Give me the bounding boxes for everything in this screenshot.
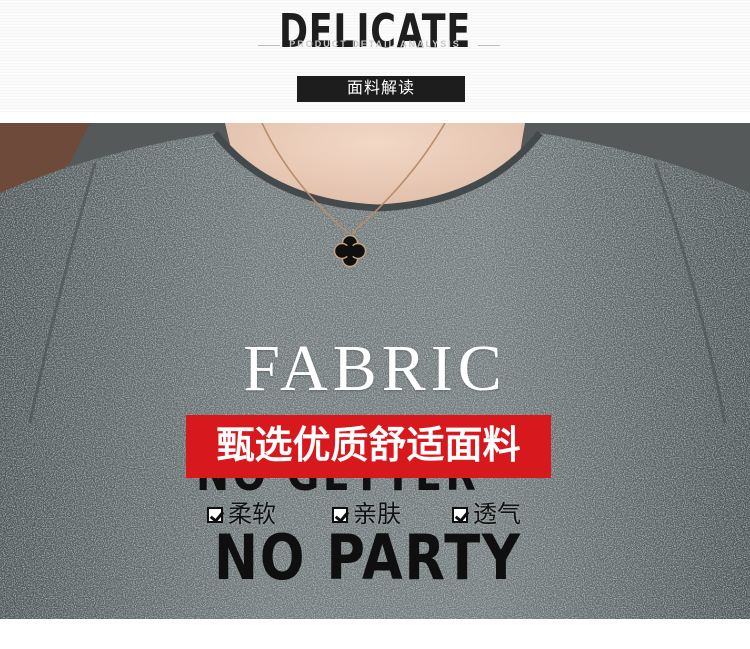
shirt-print-main: NO PARTY: [214, 521, 522, 594]
header-subtitle: PRODUCT DETAIL ANALYSIS: [289, 39, 461, 49]
product-photo: FABRIC NO GETTER NO PARTY 甄选优质舒适面料 柔软 亲肤…: [0, 123, 750, 619]
checkbox-icon: [452, 507, 468, 523]
feature-item-skin-friendly: 亲肤: [332, 499, 401, 531]
promo-banner: 甄选优质舒适面料: [186, 415, 551, 478]
section-header: DELICATE PRODUCT DETAIL ANALYSIS 面料解读: [0, 0, 750, 112]
feature-label: 透气: [473, 501, 521, 528]
feature-item-breathable: 透气: [452, 499, 521, 531]
feature-label: 柔软: [228, 501, 276, 528]
bottom-spacer: [0, 619, 750, 649]
feature-list: 柔软 亲肤 透气: [0, 499, 750, 531]
checkbox-icon: [207, 507, 223, 523]
feature-label: 亲肤: [353, 501, 401, 528]
header-tag: 面料解读: [297, 76, 465, 102]
feature-item-soft: 柔软: [207, 499, 276, 531]
fabric-headline: FABRIC: [243, 332, 507, 405]
header-divider-right: [478, 45, 500, 46]
checkbox-icon: [332, 507, 348, 523]
